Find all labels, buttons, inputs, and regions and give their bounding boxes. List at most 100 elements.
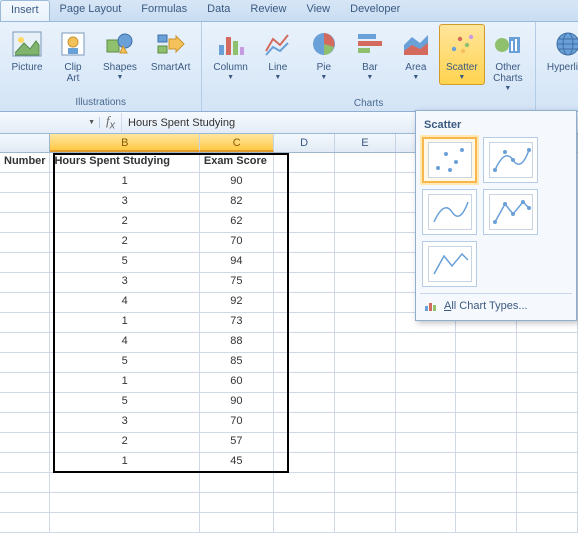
select-all-corner[interactable] xyxy=(0,134,50,152)
cell[interactable] xyxy=(0,273,50,293)
cell[interactable]: 4 xyxy=(50,293,199,313)
tab-developer[interactable]: Developer xyxy=(340,0,410,21)
cell[interactable]: 5 xyxy=(50,353,199,373)
cell[interactable] xyxy=(396,373,457,393)
cell[interactable] xyxy=(456,353,517,373)
cell[interactable] xyxy=(0,253,50,273)
cell[interactable] xyxy=(335,493,396,513)
fx-icon[interactable]: fx xyxy=(100,113,122,132)
cell[interactable] xyxy=(274,513,335,533)
cell[interactable] xyxy=(0,353,50,373)
cell[interactable]: 73 xyxy=(200,313,274,333)
cell[interactable] xyxy=(50,473,199,493)
cell[interactable] xyxy=(517,453,578,473)
name-box[interactable]: ▼ xyxy=(0,117,100,128)
cell[interactable] xyxy=(335,293,396,313)
cell[interactable] xyxy=(0,233,50,253)
col-header-e[interactable]: E xyxy=(335,134,396,152)
tab-insert[interactable]: Insert xyxy=(0,0,50,21)
cell[interactable] xyxy=(456,453,517,473)
cell[interactable] xyxy=(50,493,199,513)
cell[interactable] xyxy=(335,373,396,393)
cell[interactable]: 45 xyxy=(200,453,274,473)
scatter-straight-markers[interactable] xyxy=(483,189,538,235)
cell[interactable] xyxy=(396,433,457,453)
cell[interactable] xyxy=(335,453,396,473)
cell[interactable] xyxy=(517,493,578,513)
bar-chart-button[interactable]: Bar ▼ xyxy=(347,24,393,85)
cell[interactable]: 70 xyxy=(200,413,274,433)
cell[interactable]: 2 xyxy=(50,433,199,453)
cell[interactable] xyxy=(274,193,335,213)
cell[interactable] xyxy=(0,473,50,493)
cell[interactable] xyxy=(0,313,50,333)
cell[interactable] xyxy=(274,453,335,473)
cell[interactable] xyxy=(335,473,396,493)
scatter-straight-lines[interactable] xyxy=(422,241,477,287)
cell[interactable] xyxy=(274,293,335,313)
cell[interactable]: 3 xyxy=(50,193,199,213)
cell[interactable]: 5 xyxy=(50,253,199,273)
cell[interactable]: 1 xyxy=(50,373,199,393)
cell[interactable]: Exam Score xyxy=(200,153,274,173)
cell[interactable] xyxy=(335,313,396,333)
cell[interactable] xyxy=(396,333,457,353)
cell[interactable] xyxy=(274,333,335,353)
tab-formulas[interactable]: Formulas xyxy=(131,0,197,21)
cell[interactable] xyxy=(0,193,50,213)
cell[interactable] xyxy=(396,473,457,493)
cell[interactable] xyxy=(335,433,396,453)
cell[interactable] xyxy=(0,513,50,533)
cell[interactable] xyxy=(0,453,50,473)
cell[interactable] xyxy=(0,393,50,413)
clip-art-button[interactable]: ClipArt xyxy=(50,24,96,88)
tab-review[interactable]: Review xyxy=(240,0,296,21)
all-chart-types-button[interactable]: All Chart Types... xyxy=(420,293,572,316)
cell[interactable] xyxy=(456,373,517,393)
col-header-d[interactable]: D xyxy=(274,134,335,152)
cell[interactable] xyxy=(335,273,396,293)
cell[interactable] xyxy=(274,473,335,493)
cell[interactable] xyxy=(335,353,396,373)
cell[interactable]: Number xyxy=(0,153,50,173)
cell[interactable] xyxy=(396,353,457,373)
cell[interactable] xyxy=(517,413,578,433)
cell[interactable] xyxy=(456,493,517,513)
cell[interactable] xyxy=(274,213,335,233)
cell[interactable] xyxy=(50,513,199,533)
cell[interactable] xyxy=(200,513,274,533)
smartart-button[interactable]: SmartArt xyxy=(144,24,197,77)
cell[interactable] xyxy=(0,413,50,433)
scatter-markers-only[interactable] xyxy=(422,137,477,183)
cell[interactable] xyxy=(0,373,50,393)
cell[interactable] xyxy=(517,333,578,353)
cell[interactable] xyxy=(517,393,578,413)
col-header-c[interactable]: C xyxy=(200,134,274,152)
cell[interactable] xyxy=(274,173,335,193)
tab-page-layout[interactable]: Page Layout xyxy=(50,0,132,21)
cell[interactable]: 60 xyxy=(200,373,274,393)
col-header-b[interactable]: B xyxy=(50,134,200,152)
cell[interactable] xyxy=(0,333,50,353)
cell[interactable] xyxy=(274,373,335,393)
cell[interactable] xyxy=(456,413,517,433)
cell[interactable] xyxy=(0,293,50,313)
cell[interactable] xyxy=(274,393,335,413)
cell[interactable] xyxy=(274,353,335,373)
cell[interactable] xyxy=(517,353,578,373)
cell[interactable]: 5 xyxy=(50,393,199,413)
cell[interactable]: 90 xyxy=(200,173,274,193)
cell[interactable]: 75 xyxy=(200,273,274,293)
cell[interactable] xyxy=(274,253,335,273)
cell[interactable] xyxy=(517,373,578,393)
cell[interactable]: 2 xyxy=(50,233,199,253)
shapes-button[interactable]: Shapes ▼ xyxy=(96,24,144,85)
cell[interactable] xyxy=(200,493,274,513)
cell[interactable] xyxy=(517,473,578,493)
other-charts-button[interactable]: OtherCharts ▼ xyxy=(485,24,531,96)
cell[interactable] xyxy=(274,273,335,293)
cell[interactable]: 1 xyxy=(50,313,199,333)
cell[interactable]: 92 xyxy=(200,293,274,313)
scatter-smooth-lines[interactable] xyxy=(422,189,477,235)
cell[interactable] xyxy=(335,253,396,273)
